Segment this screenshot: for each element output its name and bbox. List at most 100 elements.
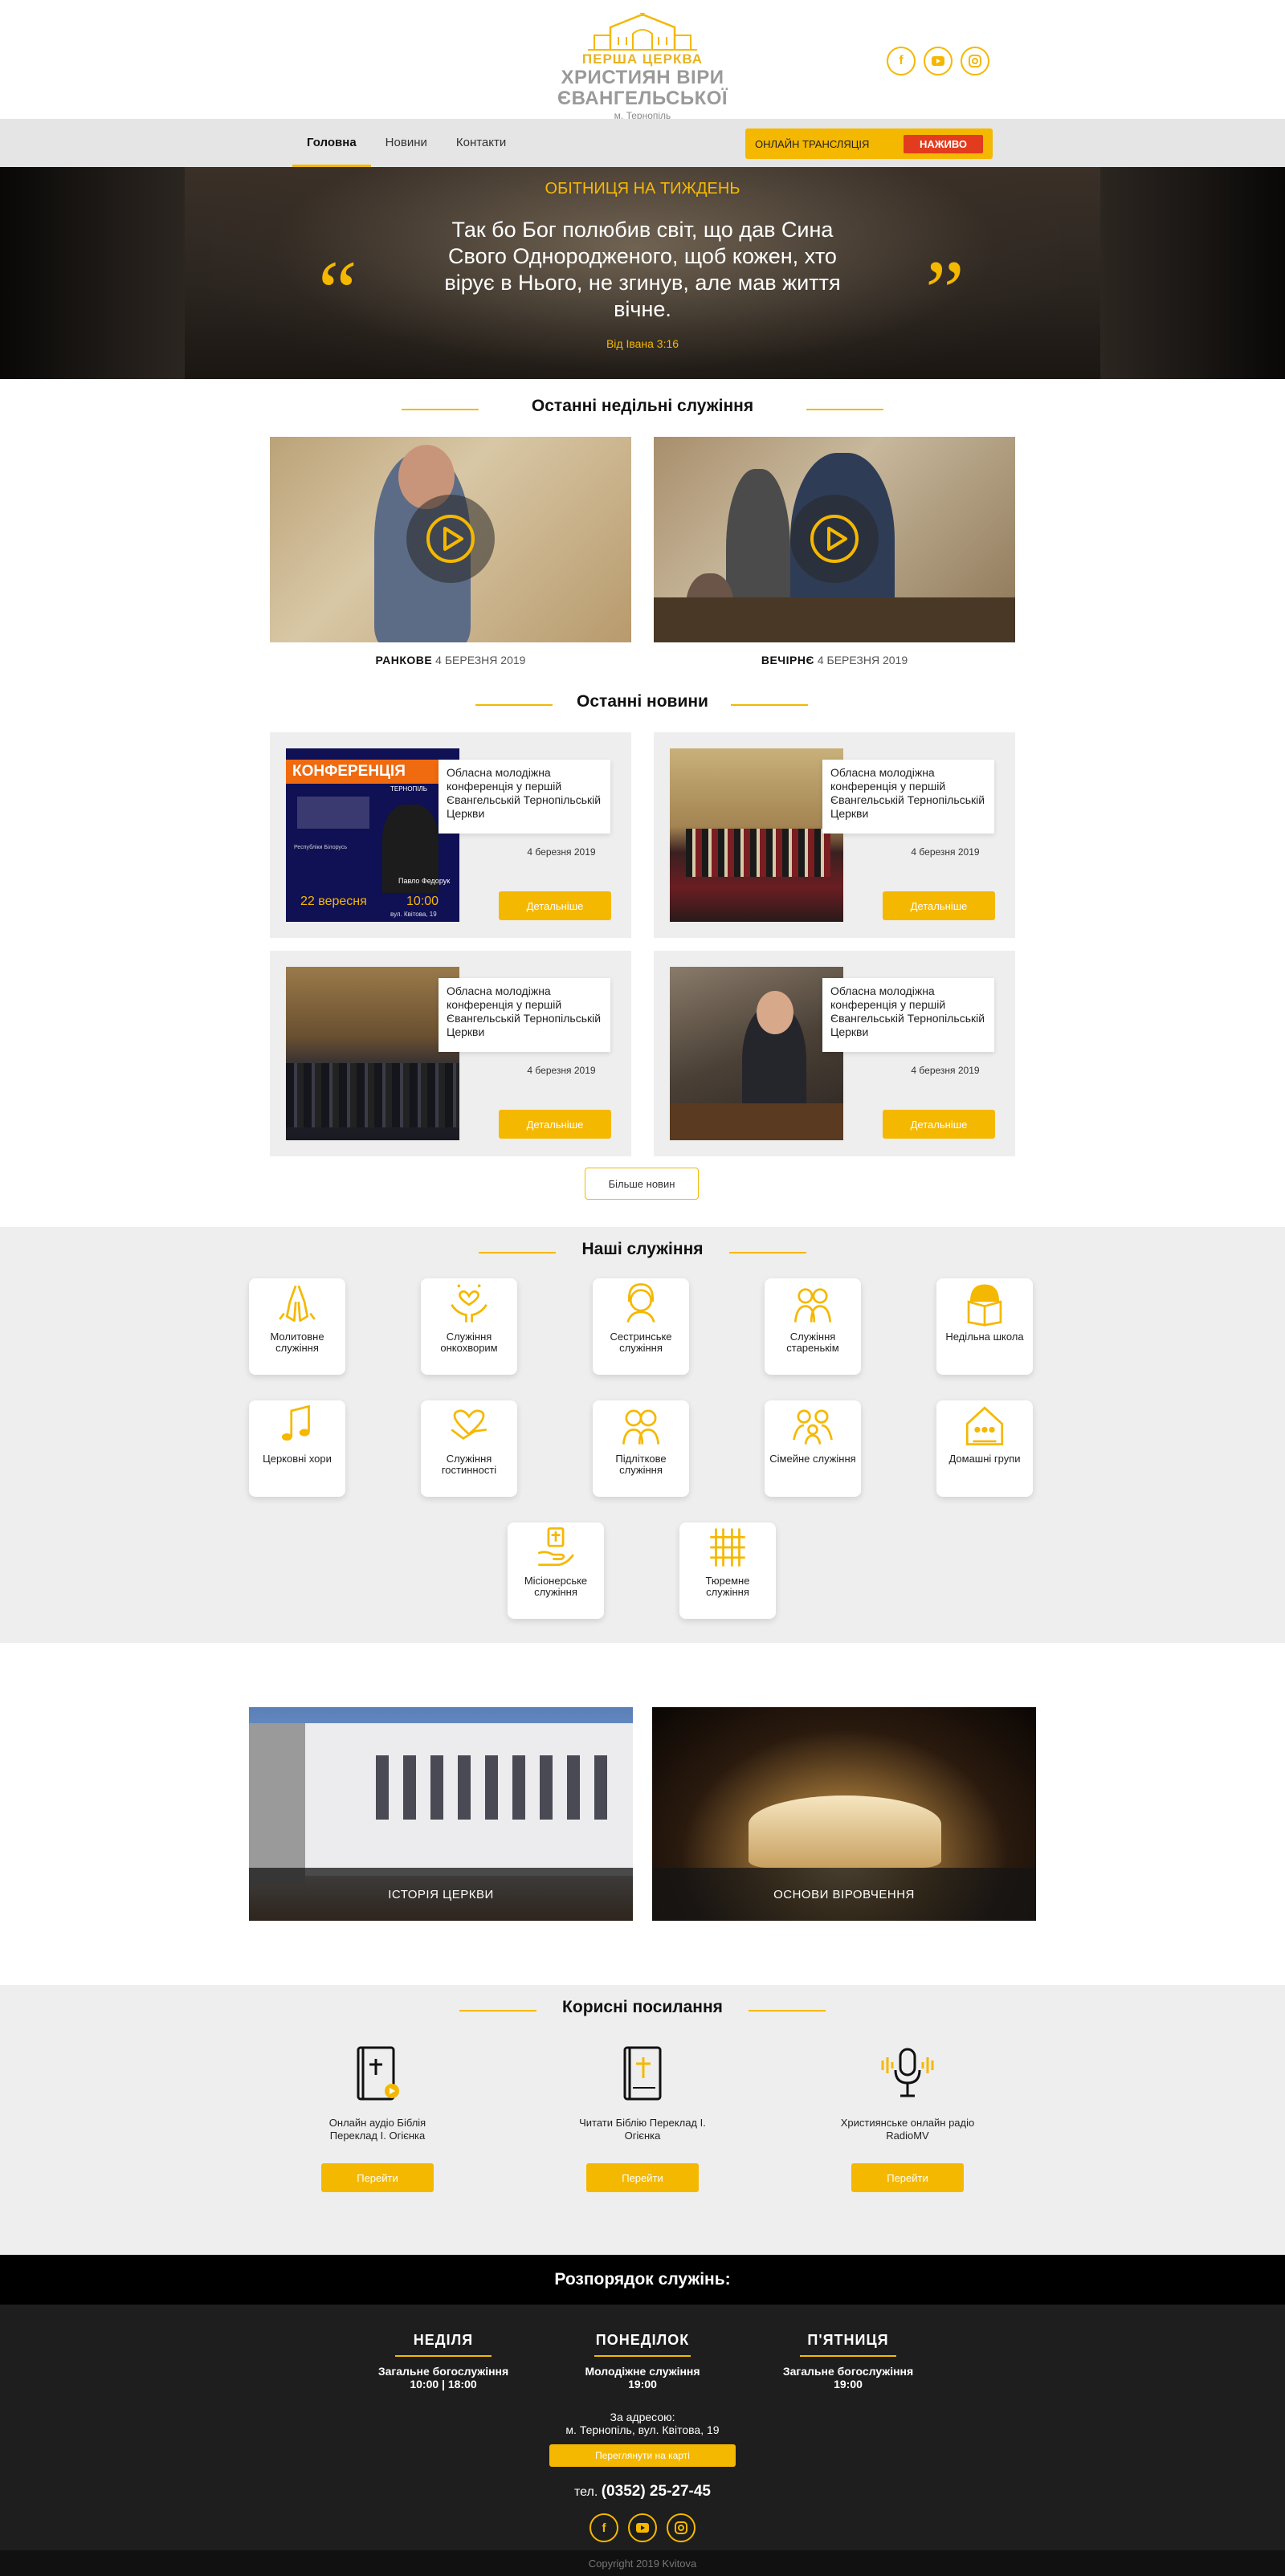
read-bible-button[interactable]: Перейти bbox=[586, 2163, 699, 2192]
ministry-card[interactable]: Церковні хори bbox=[249, 1400, 345, 1497]
ministry-label: Підліткове служіння bbox=[615, 1453, 667, 1476]
links-title: Корисні посилання bbox=[546, 1998, 739, 2017]
ministry-card[interactable]: Підліткове служіння bbox=[593, 1400, 689, 1497]
main-nav: Головна Новини Контакти ОНЛАЙН ТРАНСЛЯЦІ… bbox=[0, 119, 1285, 167]
beliefs-card[interactable]: ОСНОВИ ВІРОВЧЕННЯ bbox=[652, 1707, 1036, 1921]
youtube-icon[interactable] bbox=[628, 2513, 657, 2542]
video-card[interactable]: ВЕЧІРНЄ 4 БЕРЕЗНЯ 2019 bbox=[654, 437, 1015, 666]
facebook-icon[interactable]: f bbox=[887, 47, 916, 75]
radio-button[interactable]: Перейти bbox=[851, 2163, 964, 2192]
history-card[interactable]: ІСТОРІЯ ЦЕРКВИ bbox=[249, 1707, 633, 1921]
house-group-icon bbox=[965, 1406, 1004, 1445]
nav-news[interactable]: Новини bbox=[371, 119, 442, 167]
logo[interactable]: ПЕРША ЦЕРКВА ХРИСТИЯН ВІРИ ЄВАНГЕЛЬСЬКОЇ… bbox=[482, 13, 803, 122]
mission-hand-icon bbox=[537, 1527, 574, 1567]
instagram-icon[interactable] bbox=[667, 2513, 696, 2542]
ministry-card[interactable]: Сімейне служіння bbox=[765, 1400, 861, 1497]
news-details-button[interactable]: Детальніше bbox=[883, 1110, 995, 1139]
video-card[interactable]: РАНКОВЕ 4 БЕРЕЗНЯ 2019 bbox=[270, 437, 631, 666]
news-text: Обласна молодіжна конференція у першій Є… bbox=[822, 760, 994, 834]
link-card: Онлайн аудіо Біблія Переклад І. Огієнка … bbox=[305, 2046, 450, 2192]
service-date: 4 БЕРЕЗНЯ 2019 bbox=[435, 654, 526, 666]
ministry-label: Домашні групи bbox=[948, 1453, 1021, 1465]
news-card[interactable]: КОНФЕРЕНЦІЯ ТЕРНОПІЛЬ Республіки Білорус… bbox=[270, 732, 631, 938]
video-thumbnail[interactable] bbox=[270, 437, 631, 642]
woman-icon bbox=[626, 1283, 655, 1323]
news-section: Останні новини bbox=[0, 692, 1285, 716]
youtube-icon[interactable] bbox=[924, 47, 953, 75]
ministry-card[interactable]: Молитовне служіння bbox=[249, 1278, 345, 1375]
header-social: f bbox=[887, 47, 989, 75]
hands-heart-icon bbox=[451, 1284, 487, 1323]
ministry-card[interactable]: Тюремне служіння bbox=[679, 1522, 776, 1619]
ministry-label: Недільна школа bbox=[945, 1331, 1024, 1343]
services-section: Останні недільні служіння bbox=[0, 397, 1285, 421]
address-block: За адресою: м. Тернопіль, вул. Квітова, … bbox=[0, 2411, 1285, 2436]
nav-contacts[interactable]: Контакти bbox=[442, 119, 520, 167]
ministry-label: Церковні хори bbox=[263, 1453, 332, 1465]
poster-country: Республіки Білорусь bbox=[294, 845, 347, 850]
news-card[interactable]: Обласна молодіжна конференція у першій Є… bbox=[270, 951, 631, 1156]
link-card: Читати Біблію Переклад І. Огієнка Перейт… bbox=[570, 2046, 715, 2192]
logo-line1: ПЕРША ЦЕРКВА bbox=[581, 51, 704, 67]
services-videos: РАНКОВЕ 4 БЕРЕЗНЯ 2019 ВЕЧІРНЄ 4 БЕРЕЗНЯ… bbox=[270, 437, 1015, 666]
play-icon[interactable] bbox=[406, 495, 495, 583]
ministries-title: Наші служіння bbox=[565, 1240, 720, 1259]
ministry-label: Служіння старенькім bbox=[786, 1331, 839, 1354]
news-card[interactable]: Обласна молодіжна конференція у першій Є… bbox=[654, 951, 1015, 1156]
news-card[interactable]: Обласна молодіжна конференція у першій Є… bbox=[654, 732, 1015, 938]
link-card: Християнське онлайн радіо RadioMV Перейт… bbox=[835, 2046, 980, 2192]
news-grid: КОНФЕРЕНЦІЯ ТЕРНОПІЛЬ Республіки Білорус… bbox=[270, 732, 1015, 1156]
play-icon[interactable] bbox=[790, 495, 879, 583]
facebook-icon[interactable]: f bbox=[589, 2513, 618, 2542]
poster-date: 22 вересня bbox=[300, 895, 367, 908]
close-quote-icon: ” bbox=[925, 247, 965, 320]
open-quote-icon: “ bbox=[318, 247, 357, 320]
ministry-label: Сімейне служіння bbox=[769, 1453, 856, 1465]
news-date: 4 березня 2019 bbox=[911, 846, 980, 858]
news-date: 4 березня 2019 bbox=[527, 846, 596, 858]
ministry-card[interactable]: Місіонерське служіння bbox=[508, 1522, 604, 1619]
schedule-day: П'ЯТНИЦЯ Загальне богослужіння 19:00 bbox=[768, 2332, 928, 2391]
verse-text: Так бо Бог полюбив світ, що дав Сина Сво… bbox=[444, 218, 841, 321]
school-book-icon bbox=[967, 1284, 1002, 1327]
ministry-card[interactable]: Домашні групи bbox=[936, 1400, 1033, 1497]
link-text: Онлайн аудіо Біблія Переклад І. Огієнка bbox=[328, 2117, 426, 2142]
schedule-title: Розпорядок служінь: bbox=[0, 2255, 1285, 2305]
news-image bbox=[670, 967, 843, 1140]
view-map-button[interactable]: Переглянути на карті bbox=[549, 2444, 736, 2467]
more-news-button[interactable]: Більше новин bbox=[585, 1168, 699, 1200]
phone[interactable]: тел. (0352) 25-27-45 bbox=[0, 2483, 1285, 2501]
service-name: Загальне богослужіння bbox=[377, 2365, 509, 2378]
ministry-card[interactable]: Служіння старенькім bbox=[765, 1278, 861, 1375]
news-details-button[interactable]: Детальніше bbox=[499, 1110, 611, 1139]
elderly-couple-icon bbox=[793, 1288, 832, 1323]
ministry-card[interactable]: Недільна школа bbox=[936, 1278, 1033, 1375]
news-text: Обласна молодіжна конференція у першій Є… bbox=[439, 978, 610, 1052]
live-stream-label: ОНЛАЙН ТРАНСЛЯЦІЯ bbox=[755, 137, 870, 150]
audio-bible-button[interactable]: Перейти bbox=[321, 2163, 434, 2192]
verse-reference: Від Івана 3:16 bbox=[606, 337, 679, 350]
ministry-card[interactable]: Служіння гостинності bbox=[421, 1400, 517, 1497]
day-name: НЕДІЛЯ bbox=[413, 2332, 474, 2348]
services-title: Останні недільні служіння bbox=[531, 397, 754, 415]
verse-hero: ОБІТНИЦЯ НА ТИЖДЕНЬ “ Так бо Бог полюбив… bbox=[0, 167, 1285, 379]
news-details-button[interactable]: Детальніше bbox=[499, 891, 611, 920]
video-thumbnail[interactable] bbox=[654, 437, 1015, 642]
site-header: ПЕРША ЦЕРКВА ХРИСТИЯН ВІРИ ЄВАНГЕЛЬСЬКОЇ… bbox=[0, 0, 1285, 122]
instagram-icon[interactable] bbox=[961, 47, 989, 75]
nav-home[interactable]: Головна bbox=[292, 119, 371, 167]
live-stream-button[interactable]: ОНЛАЙН ТРАНСЛЯЦІЯ НАЖИВО bbox=[745, 128, 993, 159]
phone-number: (0352) 25-27-45 bbox=[601, 2483, 711, 2500]
service-time: 10:00 | 18:00 bbox=[410, 2378, 477, 2391]
music-note-icon bbox=[281, 1404, 310, 1441]
schedule-section: Розпорядок служінь: НЕДІЛЯ Загальне бого… bbox=[0, 2255, 1285, 2576]
news-title: Останні новини bbox=[577, 692, 708, 711]
ministry-card[interactable]: Сестринське служіння bbox=[593, 1278, 689, 1375]
beliefs-label: ОСНОВИ ВІРОВЧЕННЯ bbox=[652, 1868, 1036, 1921]
news-details-button[interactable]: Детальніше bbox=[883, 891, 995, 920]
address: м. Тернопіль, вул. Квітова, 19 bbox=[565, 2423, 720, 2436]
link-text: Читати Біблію Переклад І. Огієнка bbox=[579, 2117, 706, 2142]
ministry-label: Служіння гостинності bbox=[441, 1453, 497, 1476]
ministry-card[interactable]: Служіння онкохворим bbox=[421, 1278, 517, 1375]
